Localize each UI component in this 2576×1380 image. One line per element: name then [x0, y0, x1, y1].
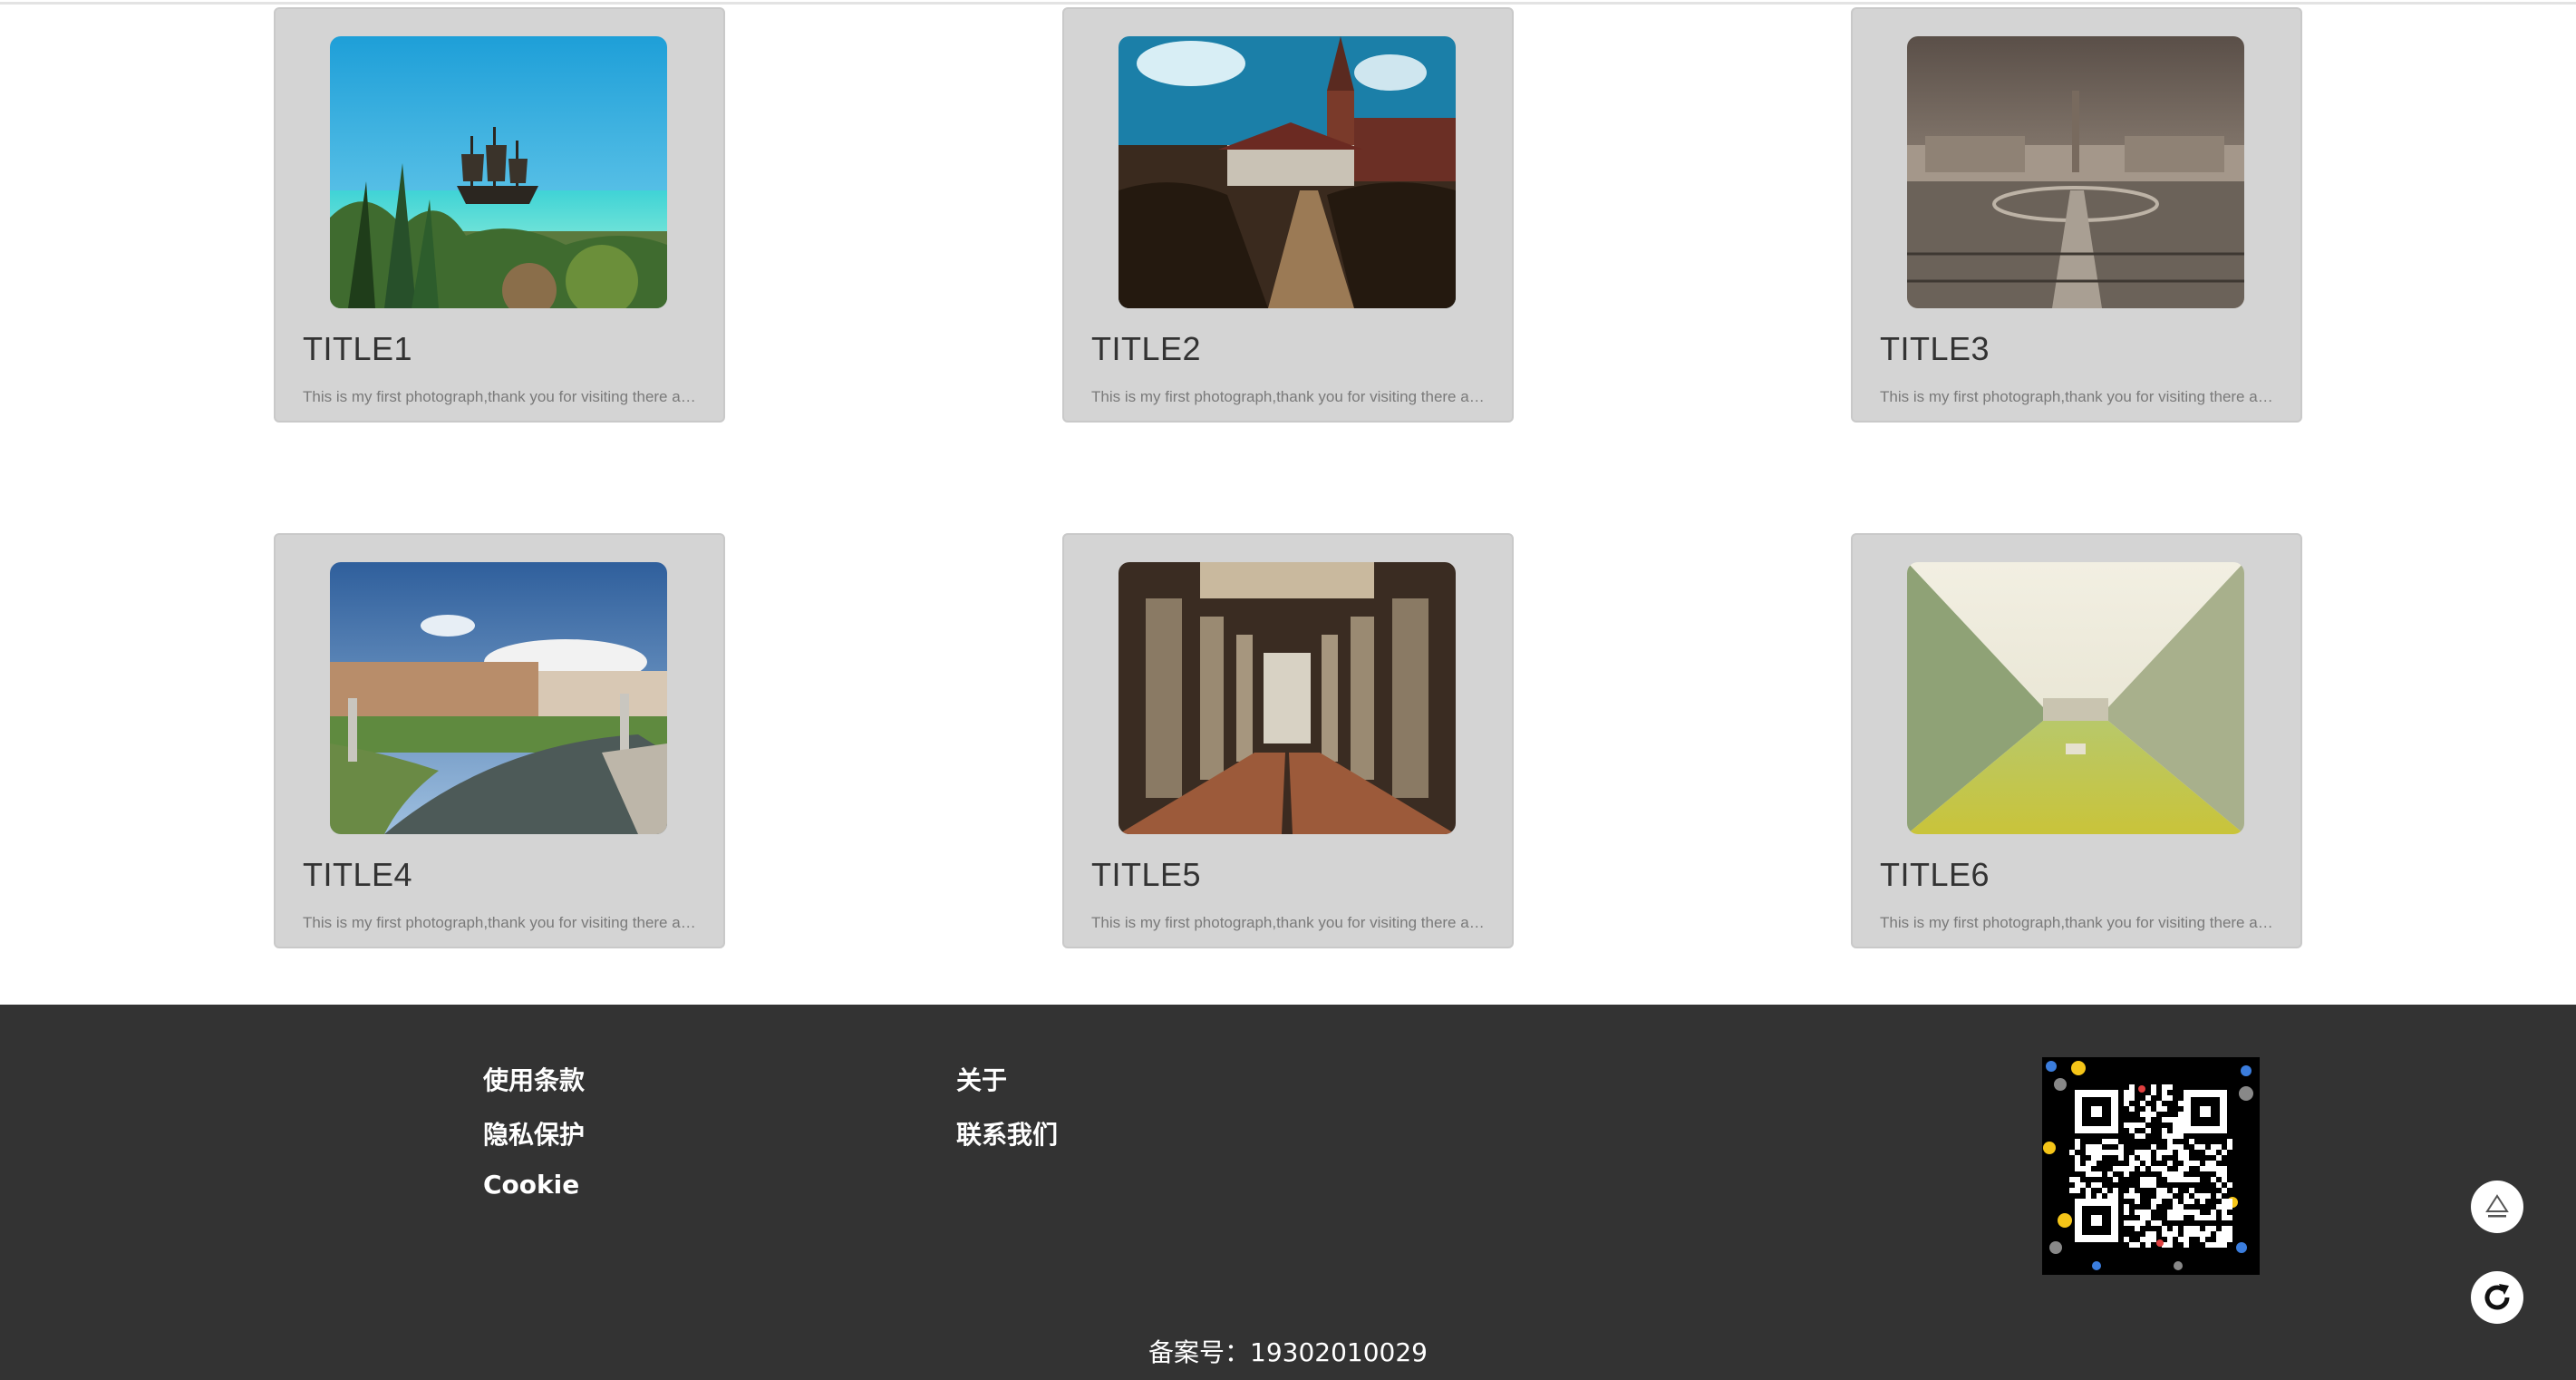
refresh-button[interactable] [2471, 1271, 2523, 1324]
card-description: This is my first photograph,thank you fo… [1091, 388, 1490, 405]
card-title: TITLE5 [1091, 856, 1202, 893]
back-to-top-button[interactable] [2471, 1181, 2523, 1233]
photo-card[interactable]: TITLE5 This is my first photograph,thank… [1062, 533, 1514, 948]
card-title: TITLE6 [1880, 856, 1990, 893]
cloister-lawn-photo[interactable] [1907, 562, 2244, 834]
site-footer: 使用条款 隐私保护 Cookie 关于 联系我们 备案号：19302010029 [0, 1005, 2576, 1380]
footer-link-terms[interactable]: 使用条款 [483, 1061, 585, 1097]
footer-link-privacy[interactable]: 隐私保护 [483, 1115, 585, 1152]
card-title: TITLE3 [1880, 330, 1990, 367]
card-title: TITLE4 [303, 856, 413, 893]
photo-card[interactable]: TITLE4 This is my first photograph,thank… [274, 533, 725, 948]
footer-link-about[interactable]: 关于 [956, 1061, 1007, 1097]
card-description: This is my first photograph,thank you fo… [303, 388, 702, 405]
photo-card[interactable]: TITLE3 This is my first photograph,thank… [1851, 7, 2302, 423]
back-to-top-icon [2485, 1194, 2509, 1218]
card-description: This is my first photograph,thank you fo… [1880, 388, 2279, 405]
canal-statues-photo[interactable] [330, 562, 667, 834]
st-peters-square-photo[interactable] [1907, 36, 2244, 308]
basilica-interior-photo[interactable] [1119, 562, 1456, 834]
refresh-icon [2484, 1284, 2510, 1310]
card-description: This is my first photograph,thank you fo… [303, 914, 702, 931]
card-description: This is my first photograph,thank you fo… [1880, 914, 2279, 931]
photo-card[interactable]: TITLE6 This is my first photograph,thank… [1851, 533, 2302, 948]
footer-link-cookie[interactable]: Cookie [483, 1170, 579, 1200]
photo-card[interactable]: TITLE2 This is my first photograph,thank… [1062, 7, 1514, 423]
photo-card[interactable]: TITLE1 This is my first photograph,thank… [274, 7, 725, 423]
icp-record-number: 备案号：19302010029 [1148, 1337, 1428, 1367]
card-title: TITLE2 [1091, 330, 1202, 367]
photo-gallery: TITLE1 This is my first photograph,thank… [0, 0, 2576, 1005]
pirate-ship-beach-photo[interactable] [330, 36, 667, 308]
footer-link-contact[interactable]: 联系我们 [956, 1115, 1058, 1152]
card-title: TITLE1 [303, 330, 413, 367]
card-description: This is my first photograph,thank you fo… [1091, 914, 1490, 931]
church-garden-path-photo[interactable] [1119, 36, 1456, 308]
qr-code-image [2042, 1057, 2260, 1275]
